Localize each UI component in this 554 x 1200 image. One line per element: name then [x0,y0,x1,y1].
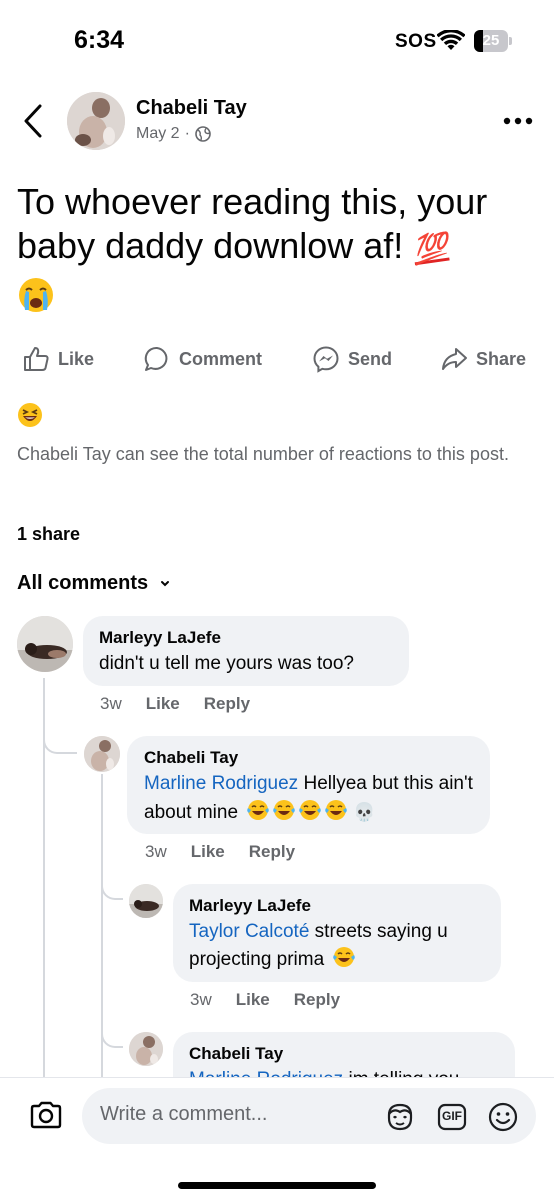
comment-time: 3w [100,694,122,713]
mention-link[interactable]: Taylor Calcoté [189,921,309,942]
comment-text: Taylor Calcoté streets saying u projecti… [189,918,495,974]
commenter-avatar[interactable] [129,884,163,918]
comment-author[interactable]: Chabeli Tay [144,748,238,768]
comment-time: 3w [145,842,167,861]
home-indicator [178,1182,376,1189]
laughing-emoji [247,800,270,820]
status-bar: 6:34 SOS 25 [0,0,554,80]
laughing-emoji-group [329,947,356,970]
gif-label: GIF [442,1109,462,1123]
share-count[interactable]: 1 share [17,524,80,545]
avatar-sticker-icon[interactable] [384,1102,416,1132]
comments-filter-label: All comments [17,572,149,594]
share-button[interactable]: Share [440,338,526,380]
comment-author[interactable]: Marleyy LaJefe [189,896,311,916]
laughing-emoji [273,800,296,820]
comment-reply-button[interactable]: Reply [204,694,250,714]
laughing-emoji [299,800,322,820]
send-button[interactable]: Send [312,338,392,380]
comment-author[interactable]: Marleyy LaJefe [99,628,221,648]
skull-emoji: 💀 [353,802,376,822]
battery-level: 25 [482,32,500,49]
chevron-down-icon [161,580,170,586]
comment-meta: 3w Like Reply [145,842,319,862]
like-label: Like [58,348,95,369]
status-time: 6:34 [74,26,125,54]
gif-icon[interactable]: GIF [437,1103,467,1131]
thread-connector [43,730,77,754]
thumbs-up-icon [24,347,49,371]
comment-composer: Write a comment... GIF [0,1077,554,1200]
comment-like-button[interactable]: Like [146,694,180,714]
comment-reply-button[interactable]: Reply [294,990,340,1010]
loudly-crying-face-emoji [19,278,53,313]
post-action-bar: Like Comment Send Share [0,338,554,380]
comment-reply-button[interactable]: Reply [249,842,295,862]
laughing-emoji [325,800,348,820]
post-meta: May 2 · [136,125,211,143]
comment-button[interactable]: Comment [143,338,262,380]
send-label: Send [348,348,393,369]
thread-connector [101,876,123,900]
share-arrow-icon [442,348,467,370]
comment-bubble[interactable]: Marleyy LaJefe Taylor Calcoté streets sa… [173,884,501,982]
commenter-avatar[interactable] [84,736,120,772]
comment-author[interactable]: Chabeli Tay [189,1044,283,1064]
comment-bubble[interactable]: Marleyy LaJefe didn't u tell me yours wa… [83,616,409,686]
post-text: To whoever reading this, your baby daddy… [17,180,537,315]
thread-connector [101,1024,123,1048]
comment-meta: 3w Like Reply [100,694,274,714]
messenger-icon [313,346,339,373]
laughing-emoji [333,947,356,967]
battery-icon: 25 [474,30,512,52]
globe-icon [195,126,211,142]
like-button[interactable]: Like [22,338,94,380]
hundred-points-emoji: 💯 [411,230,451,267]
comment-time: 3w [190,990,212,1009]
author-name[interactable]: Chabeli Tay [136,97,247,120]
wifi-icon [437,30,465,50]
comment-label: Comment [179,348,263,369]
commenter-avatar[interactable] [129,1032,163,1066]
comment-like-button[interactable]: Like [191,842,225,862]
reaction-privacy-note: Chabeli Tay can see the total number of … [17,444,509,464]
camera-icon[interactable] [29,1100,63,1130]
post-date[interactable]: May 2 [136,125,180,143]
back-icon[interactable] [20,102,48,140]
comment-like-button[interactable]: Like [236,990,270,1010]
author-avatar[interactable] [67,92,125,150]
comment-text: Marline Rodriguez Hellyea but this ain't… [144,770,484,827]
comment-bubble[interactable]: Chabeli Tay Marline Rodriguez Hellyea bu… [127,736,490,834]
comment-text: didn't u tell me yours was too? [99,653,354,674]
meta-separator: · [184,125,190,142]
share-label: Share [476,348,527,369]
more-options-icon[interactable] [502,115,534,127]
comment-bubble-icon [144,346,168,371]
comments-filter-dropdown[interactable]: All comments [17,572,172,595]
status-carrier: SOS [395,31,437,52]
comment-placeholder: Write a comment... [100,1103,268,1125]
comment-input[interactable]: Write a comment... GIF [82,1088,536,1144]
mention-link[interactable]: Marline Rodriguez [144,773,298,794]
commenter-avatar[interactable] [17,616,73,672]
laughing-emoji-group [243,800,348,823]
emoji-icon[interactable] [487,1101,519,1133]
grinning-squinting-face-emoji[interactable] [17,402,43,428]
comment-meta: 3w Like Reply [190,990,364,1010]
